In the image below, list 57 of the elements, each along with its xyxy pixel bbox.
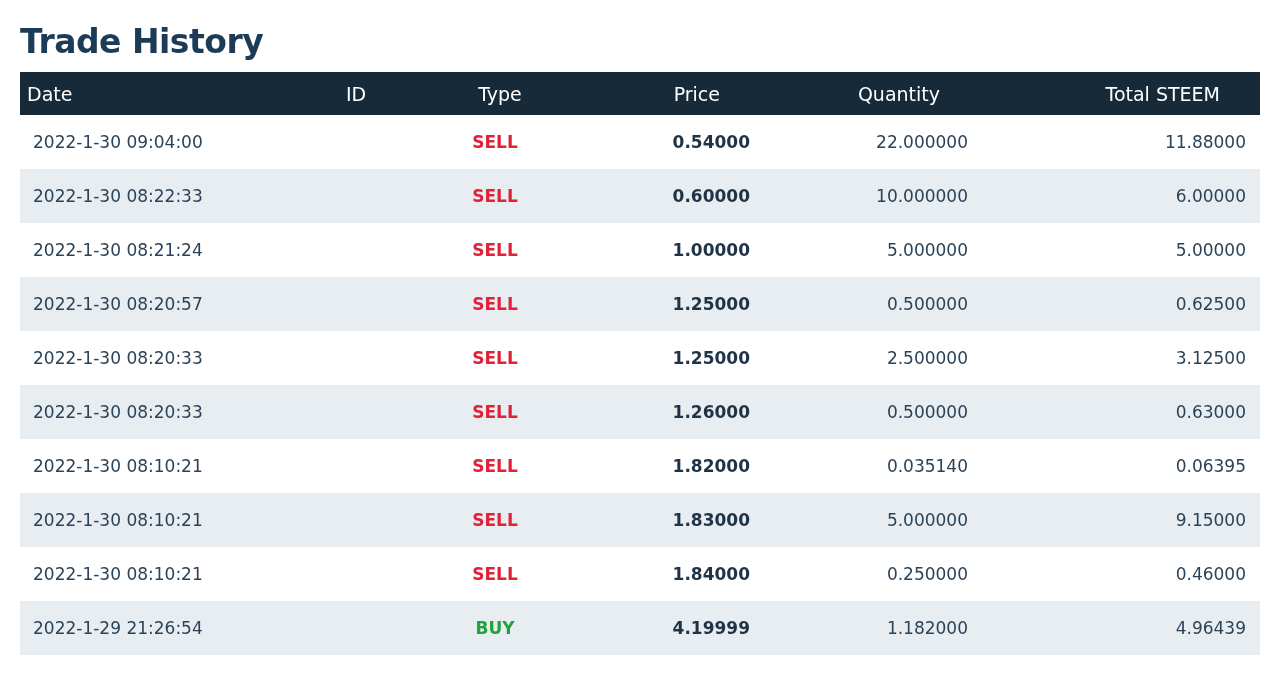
table-cell-text: 0.500000 [885, 402, 969, 422]
trade-type: SELL [471, 456, 519, 476]
table-cell-text: 9.15000 [1174, 510, 1247, 530]
table-cell-text: 2.500000 [885, 348, 969, 368]
table-cell-text: 0.46000 [1174, 564, 1247, 584]
table-cell-text: 1.82000 [671, 456, 751, 476]
trade-type: SELL [471, 402, 519, 422]
table-cell-text: 0.62500 [1174, 294, 1247, 314]
table-cell-text: 3.12500 [1174, 348, 1247, 368]
table-cell-text: 1.84000 [671, 564, 751, 584]
table-cell-text: 10.000000 [875, 186, 969, 206]
table-cell-text: 2022-1-30 08:10:21 [32, 564, 204, 584]
trade-type: SELL [471, 294, 519, 314]
table-cell-text: 6.00000 [1174, 186, 1247, 206]
trade-type: SELL [471, 510, 519, 530]
column-header: Type [477, 82, 523, 105]
trade-type: SELL [471, 348, 519, 368]
table-cell-text: 1.26000 [671, 402, 751, 422]
table-cell-text: 0.250000 [885, 564, 969, 584]
table-cell-text: 11.88000 [1163, 132, 1247, 152]
table-cell-text: 2022-1-30 08:21:24 [32, 240, 204, 260]
table-cell-text: 2022-1-30 08:20:33 [32, 402, 204, 422]
table-cell-text: 2022-1-30 08:20:33 [32, 348, 204, 368]
table-cell-text: 5.00000 [1174, 240, 1247, 260]
table-cell-text: 2022-1-30 08:10:21 [32, 456, 204, 476]
table-cell-text: 5.000000 [885, 510, 969, 530]
table-cell-text: 22.000000 [875, 132, 969, 152]
table-cell-text: 2022-1-29 21:26:54 [32, 618, 204, 638]
table-cell-text: 2022-1-30 09:04:00 [32, 132, 204, 152]
table-cell-text: 0.500000 [885, 294, 969, 314]
column-header: Total STEEM [1104, 82, 1221, 105]
trade-type: SELL [471, 186, 519, 206]
table-cell-text: 2022-1-30 08:22:33 [32, 186, 204, 206]
table-cell-text: 0.54000 [671, 132, 751, 152]
table-cell-text: 1.25000 [671, 348, 751, 368]
table-cell-text: 0.06395 [1174, 456, 1247, 476]
table-cell-text: 1.00000 [671, 240, 751, 260]
table-cell-text: 5.000000 [885, 240, 969, 260]
column-header: Price [672, 82, 721, 105]
table-cell-text: 4.96439 [1174, 618, 1247, 638]
table-cell-text: 2022-1-30 08:20:57 [32, 294, 204, 314]
trade-type: BUY [474, 618, 516, 638]
table-cell-text: 0.63000 [1174, 402, 1247, 422]
table-cell-text: 1.25000 [671, 294, 751, 314]
trade-type: SELL [471, 132, 519, 152]
column-header: ID [345, 82, 368, 105]
trade-type: SELL [471, 564, 519, 584]
table-cell-text: 2022-1-30 08:10:21 [32, 510, 204, 530]
table-cell-text: 1.83000 [671, 510, 751, 530]
page-title: Trade History [20, 22, 265, 62]
table-cell-text: 0.60000 [671, 186, 751, 206]
column-header: Date [26, 82, 74, 105]
table-cell-text: 1.182000 [885, 618, 969, 638]
trade-type: SELL [471, 240, 519, 260]
table-cell-text: 0.035140 [885, 456, 969, 476]
column-header: Quantity [856, 82, 941, 105]
table-cell-text: 4.19999 [671, 618, 751, 638]
